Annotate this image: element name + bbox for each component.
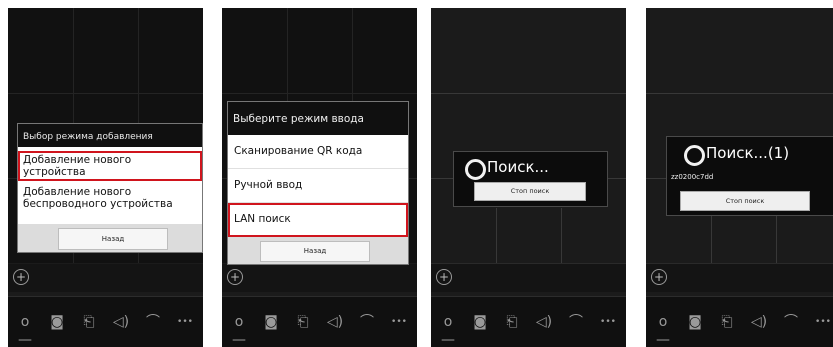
spinner-icon [684,145,705,166]
camera-grid [431,8,626,270]
dialog-footer: Назад [228,237,408,264]
stop-search-button[interactable]: Стоп поиск [680,191,810,211]
spinner-icon [465,159,486,180]
bottom-toolbar: o— ◙ ⎗ ◁) ⌒ ••• [8,296,203,347]
video-icon[interactable]: ⎗ [78,313,100,331]
more-icon[interactable]: ••• [388,313,410,331]
video-icon[interactable]: ⎗ [292,313,314,331]
add-bar: + [646,263,833,292]
add-mode-dialog: Выбор режима добавления Добавление новог… [17,123,203,253]
camera-icon[interactable]: ◙ [260,313,282,331]
hangup-icon[interactable]: ⌒ [356,313,378,331]
more-icon[interactable]: ••• [174,313,196,331]
search-status: Поиск... [487,158,549,176]
phone-screen-search-result: + o— ◙ ⎗ ◁) ⌒ ••• Поиск...(1) zz0200c7dd… [646,8,833,347]
speaker-icon[interactable]: ◁) [533,313,555,331]
option-qr-scan[interactable]: Сканирование QR кода [228,135,408,169]
speaker-icon[interactable]: ◁) [110,313,132,331]
bottom-toolbar: o— ◙ ⎗ ◁) ⌒ ••• [222,296,417,347]
camera-icon[interactable]: ◙ [46,313,68,331]
dialog-title: Выбор режима добавления [18,124,202,147]
stop-search-button[interactable]: Стоп поиск [474,182,586,201]
dialog-title: Выберите режим ввода [228,102,408,135]
camera-icon[interactable]: ◙ [469,313,491,331]
hangup-icon[interactable]: ⌒ [142,313,164,331]
more-icon[interactable]: ••• [812,313,833,331]
add-icon[interactable]: + [651,269,667,285]
option-lan-search[interactable]: LAN поиск [228,203,408,237]
video-icon[interactable]: ⎗ [716,313,738,331]
add-icon[interactable]: + [13,269,29,285]
back-button[interactable]: Назад [260,241,370,262]
more-icon[interactable]: ••• [597,313,619,331]
phone-screen-searching: + o— ◙ ⎗ ◁) ⌒ ••• Поиск... Стоп поиск [431,8,626,347]
device-id[interactable]: zz0200c7dd [671,173,713,181]
add-bar: + [431,263,626,292]
speaker-icon[interactable]: ◁) [324,313,346,331]
key-icon[interactable]: o— [228,313,250,347]
phone-screen-add-mode: + o— ◙ ⎗ ◁) ⌒ ••• Выбор режима добавлени… [8,8,203,347]
key-icon[interactable]: o— [652,313,674,347]
add-icon[interactable]: + [436,269,452,285]
back-button[interactable]: Назад [58,228,168,250]
option-manual-input[interactable]: Ручной ввод [228,169,408,203]
hangup-icon[interactable]: ⌒ [565,313,587,331]
add-bar: + [222,263,417,292]
key-icon[interactable]: o— [437,313,459,347]
camera-icon[interactable]: ◙ [684,313,706,331]
bottom-toolbar: o— ◙ ⎗ ◁) ⌒ ••• [646,296,833,347]
option-add-new-device[interactable]: Добавление нового устройства [18,151,202,181]
dialog-footer: Назад [18,224,202,252]
search-panel: Поиск... Стоп поиск [453,151,608,207]
search-status: Поиск...(1) [706,144,790,162]
bottom-toolbar: o— ◙ ⎗ ◁) ⌒ ••• [431,296,626,347]
add-icon[interactable]: + [227,269,243,285]
video-icon[interactable]: ⎗ [501,313,523,331]
phone-screen-input-mode: + o— ◙ ⎗ ◁) ⌒ ••• Выберите режим ввода С… [222,8,417,347]
key-icon[interactable]: o— [14,313,36,347]
input-mode-dialog: Выберите режим ввода Сканирование QR код… [227,101,409,265]
hangup-icon[interactable]: ⌒ [780,313,802,331]
speaker-icon[interactable]: ◁) [748,313,770,331]
option-add-wireless-device[interactable]: Добавление нового беспроводного устройст… [18,183,202,213]
search-panel: Поиск...(1) zz0200c7dd Стоп поиск [666,136,833,216]
add-bar: + [8,263,203,292]
